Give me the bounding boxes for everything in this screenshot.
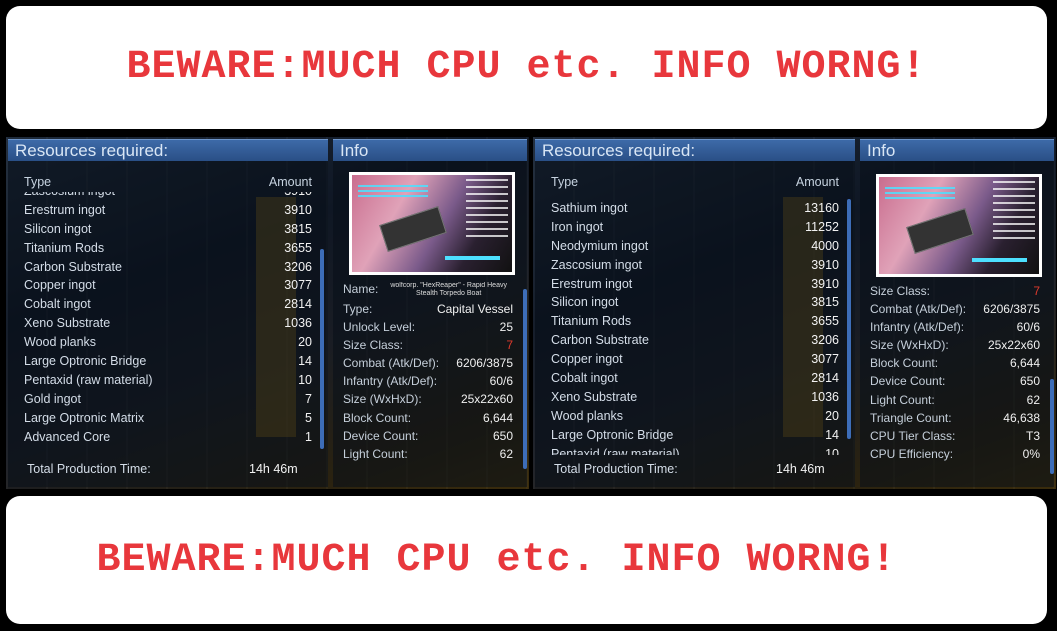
- resources-list[interactable]: Sathium ingot 13160 Iron ingot 11252 Neody…: [551, 199, 841, 455]
- info-row: Size Class: 7: [870, 284, 1040, 298]
- info-row: Device Count: 650: [870, 374, 1040, 389]
- info-row-name: Name: wolfcorp. "HexReaper" - Rapid Heav…: [343, 282, 513, 300]
- info-panel: Info Name: wolfcorp. "HexReaper" - Rapid…: [333, 139, 527, 487]
- resource-row: Titanium Rods 3655: [24, 240, 312, 255]
- info-row: Infantry (Atk/Def): 60/6: [870, 320, 1040, 335]
- resource-row: Large Optronic Bridge 14: [24, 354, 312, 369]
- resource-row: Titanium Rods 3655: [551, 314, 839, 329]
- screenshot-left: Resources required: Type Amount Zascosiu…: [6, 137, 529, 489]
- resources-scrollbar[interactable]: [320, 249, 324, 449]
- resource-row: Cobalt ingot 2814: [551, 371, 839, 386]
- resource-row: Advanced Core 1: [24, 429, 312, 444]
- total-production-time: Total Production Time: 14h 46m: [27, 462, 328, 476]
- total-label: Total Production Time:: [27, 462, 151, 476]
- info-row: Device Count: 650: [343, 428, 513, 443]
- ship-icon: [906, 208, 974, 254]
- info-header: Info: [333, 139, 527, 161]
- resource-row: Pentaxid (raw material) 10: [551, 446, 839, 455]
- info-row: Size (WxHxD): 25x22x60: [343, 392, 513, 407]
- info-row: Size (WxHxD): 25x22x60: [870, 338, 1040, 353]
- resource-row: Zascosium ingot3910: [551, 257, 839, 272]
- info-row: Triangle Count: 46,638: [870, 410, 1040, 425]
- info-row: CPU Tier Class: T3: [870, 428, 1040, 443]
- info-row: Light Count: 62: [343, 446, 513, 461]
- info-row: Block Count: 6,644: [870, 356, 1040, 371]
- resource-row: Erestrum ingot 3910: [24, 202, 312, 217]
- warning-text-bottom: BEWARE:MUCH CPU etc. INFO WORNG!: [96, 537, 897, 583]
- info-row: Block Count: 6,644: [343, 410, 513, 425]
- resources-header: Resources required:: [535, 139, 855, 161]
- resource-row: Wood planks 20: [551, 408, 839, 423]
- resource-row: Carbon Substrate 3206: [24, 259, 312, 274]
- resource-row: Copper ingot 3077: [24, 278, 312, 293]
- info-list[interactable]: Size Class: 7 Combat (Atk/Def): 6206/3875 …: [870, 282, 1040, 487]
- resource-row: Iron ingot 11252: [551, 219, 839, 234]
- screenshot-right: Resources required: Type Amount Sathium …: [533, 137, 1056, 489]
- resources-header: Resources required:: [8, 139, 328, 161]
- info-row: Light Count: 62: [870, 392, 1040, 407]
- resource-row: Neodymium ingot 4000: [551, 238, 839, 253]
- resource-row: Zascosium ingot3910: [24, 192, 314, 201]
- info-scrollbar[interactable]: [1050, 379, 1054, 474]
- resource-row: Copper ingot 3077: [551, 352, 839, 367]
- resource-row: Carbon Substrate 3206: [551, 333, 839, 348]
- total-production-time: Total Production Time: 14h 46m: [554, 462, 855, 476]
- info-row: Combat (Atk/Def): 6206/3875: [870, 302, 1040, 317]
- resources-list[interactable]: Zascosium ingot3910 Erestrum ingot3910 S…: [24, 192, 314, 454]
- ship-preview-image: [876, 174, 1042, 277]
- resource-row: Large Optronic Matrix 5: [24, 410, 312, 425]
- ship-name: wolfcorp. "HexReaper" - Rapid Heavy Stea…: [390, 282, 507, 297]
- resource-row: Gold ingot 7: [24, 391, 312, 406]
- info-scrollbar[interactable]: [523, 289, 527, 469]
- total-value: 14h 46m: [776, 462, 825, 476]
- info-list[interactable]: Name: wolfcorp. "HexReaper" - Rapid Heav…: [343, 282, 513, 487]
- column-amount[interactable]: Amount: [269, 175, 312, 189]
- resource-row: Erestrum ingot 3910: [551, 276, 839, 291]
- resource-row: Wood planks 20: [24, 335, 312, 350]
- info-row: Unlock Level: 25: [343, 320, 513, 335]
- ship-icon: [379, 206, 447, 252]
- resource-row: Silicon ingot 3815: [551, 295, 839, 310]
- info-row: Infantry (Atk/Def): 60/6: [343, 374, 513, 389]
- column-amount[interactable]: Amount: [796, 175, 839, 189]
- resources-panel: Resources required: Type Amount Zascosiu…: [8, 139, 328, 487]
- info-row: Size Class: 7: [343, 338, 513, 353]
- ship-preview-image: [349, 172, 515, 275]
- resources-column-headers: Type Amount: [535, 161, 855, 189]
- column-type[interactable]: Type: [24, 175, 51, 189]
- info-row: Type: Capital Vessel: [343, 302, 513, 316]
- resource-row: Cobalt ingot 2814: [24, 297, 312, 312]
- column-type[interactable]: Type: [551, 175, 578, 189]
- resource-row: Xeno Substrate 1036: [24, 316, 312, 331]
- warning-text-top: BEWARE:MUCH CPU etc. INFO WORNG!: [126, 45, 927, 90]
- resources-panel: Resources required: Type Amount Sathium …: [535, 139, 855, 487]
- info-row: CPU Efficiency: 0%: [870, 446, 1040, 461]
- resource-row: Pentaxid (raw material) 10: [24, 372, 312, 387]
- resource-row: Sathium ingot 13160: [551, 201, 839, 215]
- resources-scrollbar[interactable]: [847, 199, 851, 439]
- resource-row: Silicon ingot 3815: [24, 221, 312, 236]
- total-value: 14h 46m: [249, 462, 298, 476]
- warning-banner-top: BEWARE:MUCH CPU etc. INFO WORNG!: [6, 6, 1047, 129]
- info-panel: Info Size Class: 7 Combat (Atk/Def): 6206/…: [860, 139, 1054, 487]
- info-row: Combat (Atk/Def): 6206/3875: [343, 356, 513, 371]
- resource-row: Xeno Substrate 1036: [551, 389, 839, 404]
- warning-banner-bottom: BEWARE:MUCH CPU etc. INFO WORNG!: [6, 496, 1047, 624]
- resources-column-headers: Type Amount: [8, 161, 328, 189]
- total-label: Total Production Time:: [554, 462, 678, 476]
- resource-row: Large Optronic Bridge 14: [551, 427, 839, 442]
- info-header: Info: [860, 139, 1054, 161]
